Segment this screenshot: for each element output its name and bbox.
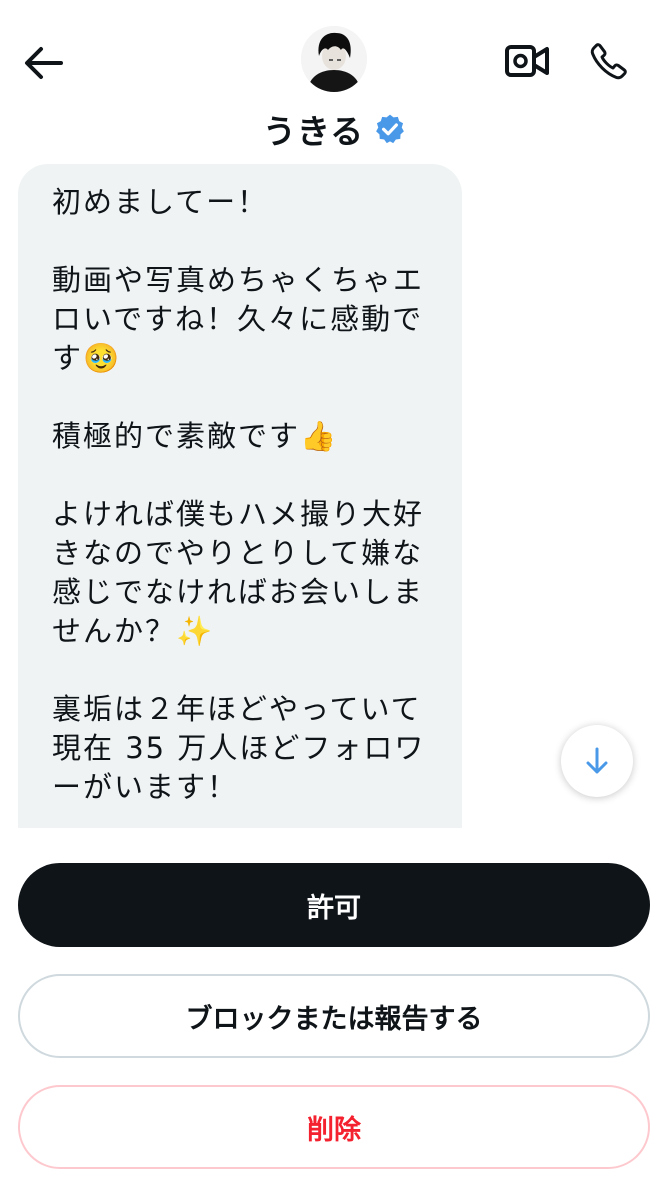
delete-button[interactable]: 削除 [18, 1085, 650, 1169]
video-call-button[interactable] [502, 36, 552, 86]
profile-name: うきる [262, 112, 365, 151]
block-or-report-button[interactable]: ブロックまたは報告する [18, 974, 650, 1058]
arrow-down-icon [586, 747, 608, 774]
avatar[interactable] [301, 26, 367, 92]
profile-name-row[interactable]: うきる [0, 104, 669, 154]
message-text: 初めましてー！ 動画や写真めちゃくちゃエロいですね！久々に感動です🥹 積極的で素… [52, 185, 426, 804]
accept-button[interactable]: 許可 [18, 863, 650, 947]
phone-icon [590, 43, 627, 80]
arrow-left-icon [25, 47, 63, 79]
verified-badge-icon [376, 114, 405, 144]
message-bubble: 初めましてー！ 動画や写真めちゃくちゃエロいですね！久々に感動です🥹 積極的で素… [18, 164, 462, 828]
back-button[interactable] [20, 40, 66, 86]
voice-call-button[interactable] [584, 36, 634, 86]
video-camera-icon [505, 45, 549, 77]
avatar-image [301, 26, 367, 92]
scroll-down-button[interactable] [561, 725, 633, 797]
